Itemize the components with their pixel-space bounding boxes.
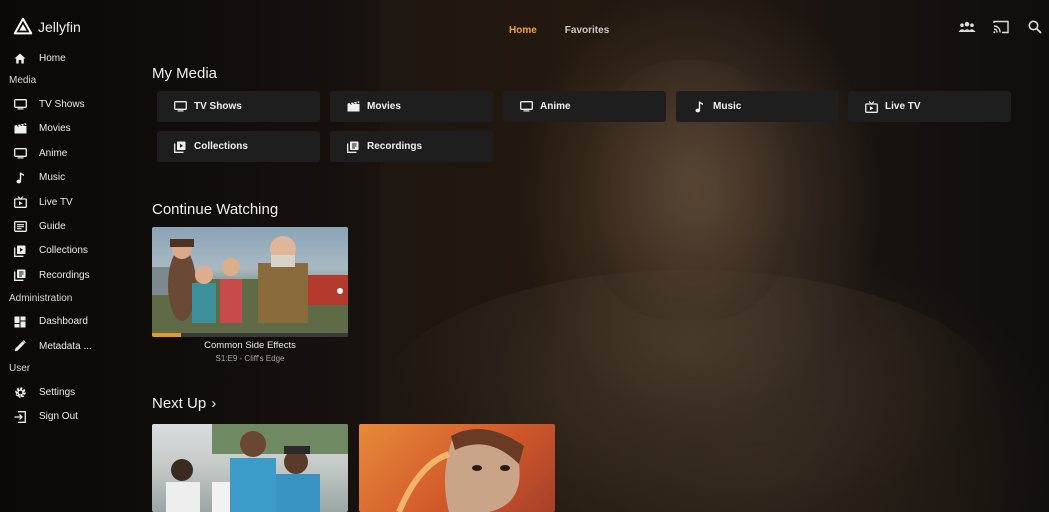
sidebar-item-label: Metadata ... <box>39 340 92 352</box>
next-up-card-2[interactable] <box>359 424 555 512</box>
cast-icon[interactable] <box>991 18 1011 36</box>
library-music-button[interactable]: Music <box>676 91 839 122</box>
library-label: Movies <box>367 101 401 112</box>
sidebar-item-anime[interactable]: Anime <box>0 141 140 165</box>
my-media-title: My Media <box>152 65 218 82</box>
sidebar-item-tv-shows[interactable]: TV Shows <box>0 92 140 116</box>
jellyfin-logo[interactable]: Jellyfin <box>12 16 81 38</box>
edit-icon <box>12 338 28 354</box>
sidebar-item-music[interactable]: Music <box>0 166 140 190</box>
continue-watching-title: Continue Watching <box>152 201 279 218</box>
sidebar-section-user: User <box>9 363 31 375</box>
sidebar-item-metadata[interactable]: Metadata ... <box>0 334 140 358</box>
next-up-card-1[interactable] <box>152 424 348 512</box>
sidebar-item-settings[interactable]: Settings <box>0 380 140 404</box>
gear-icon <box>12 384 28 400</box>
library-live-tv-button[interactable]: Live TV <box>848 91 1011 122</box>
movie-icon <box>12 121 28 137</box>
recordings-icon <box>346 140 360 154</box>
live-tv-icon <box>864 100 878 114</box>
watch-progress-fill <box>152 333 182 337</box>
sidebar-item-label: Settings <box>39 386 76 398</box>
jellyfin-logo-icon <box>13 17 33 35</box>
next-up-title: Next Up <box>152 395 207 412</box>
sidebar-item-label: Live TV <box>39 196 73 208</box>
library-label: Recordings <box>367 141 423 152</box>
library-movies-button[interactable]: Movies <box>330 91 493 122</box>
sidebar-item-label: TV Shows <box>39 99 85 111</box>
sidebar-item-movies[interactable]: Movies <box>0 117 140 141</box>
library-recordings-button[interactable]: Recordings <box>330 131 493 162</box>
watch-progress-bar <box>152 333 348 337</box>
home-icon <box>12 50 28 66</box>
sidebar-item-label: Music <box>39 172 66 184</box>
sidebar-item-label: Anime <box>39 147 68 159</box>
sidebar-item-label: Recordings <box>39 269 90 281</box>
header: Jellyfin Home Favorites <box>0 0 1049 56</box>
movie-icon <box>346 100 360 114</box>
next-up-link[interactable]: Next Up › <box>152 395 216 412</box>
sidebar-item-collections[interactable]: Collections <box>0 239 140 263</box>
app-name: Jellyfin <box>38 19 81 35</box>
live-tv-icon <box>12 194 28 210</box>
collections-icon <box>173 140 187 154</box>
sidebar-item-label: Home <box>39 52 66 64</box>
guide-icon <box>12 219 28 235</box>
tv-icon <box>12 145 28 161</box>
sidebar-item-dashboard[interactable]: Dashboard <box>0 310 140 334</box>
library-label: Collections <box>194 141 248 152</box>
sidebar-item-live-tv[interactable]: Live TV <box>0 190 140 214</box>
card-title[interactable]: Common Side Effects <box>152 340 348 351</box>
next-up-artwork-2 <box>396 428 524 512</box>
users-icon[interactable] <box>957 18 977 36</box>
sidebar: Home Media TV Shows Movies Anime Music L… <box>0 46 140 429</box>
tv-icon <box>12 97 28 113</box>
music-icon <box>12 170 28 186</box>
library-label: TV Shows <box>194 101 242 112</box>
sign-out-icon <box>12 409 28 425</box>
chevron-right-icon: › <box>211 395 217 412</box>
episode-artwork <box>152 236 348 337</box>
header-actions <box>957 18 1045 36</box>
sidebar-item-label: Movies <box>39 123 71 135</box>
library-label: Live TV <box>885 101 921 112</box>
music-icon <box>692 100 706 114</box>
library-label: Anime <box>540 101 571 112</box>
sidebar-item-label: Collections <box>39 245 88 257</box>
tv-icon <box>173 100 187 114</box>
sidebar-item-label: Dashboard <box>39 316 88 328</box>
sidebar-item-recordings[interactable]: Recordings <box>0 263 140 287</box>
sidebar-item-home[interactable]: Home <box>0 46 140 70</box>
library-tv-shows-button[interactable]: TV Shows <box>157 91 320 122</box>
tv-icon <box>519 100 533 114</box>
library-anime-button[interactable]: Anime <box>503 91 666 122</box>
sidebar-item-label: Sign Out <box>39 411 78 423</box>
sidebar-item-guide[interactable]: Guide <box>0 214 140 238</box>
library-label: Music <box>713 101 742 112</box>
next-up-artwork-1 <box>166 424 348 512</box>
continue-watching-card[interactable]: Common Side Effects S1:E9 - Cliff's Edge <box>152 227 348 367</box>
recordings-icon <box>12 267 28 283</box>
episode-thumbnail[interactable] <box>152 227 348 337</box>
tab-home[interactable]: Home <box>509 25 537 36</box>
dashboard-icon <box>12 314 28 330</box>
sidebar-item-label: Guide <box>39 221 66 233</box>
library-collections-button[interactable]: Collections <box>157 131 320 162</box>
tab-favorites[interactable]: Favorites <box>565 25 609 36</box>
sidebar-section-administration: Administration <box>9 292 73 304</box>
top-tabs: Home Favorites <box>509 25 609 36</box>
card-subtitle[interactable]: S1:E9 - Cliff's Edge <box>152 354 348 363</box>
search-icon[interactable] <box>1025 18 1045 36</box>
sidebar-item-sign-out[interactable]: Sign Out <box>0 405 140 429</box>
sidebar-section-media: Media <box>9 75 37 87</box>
collections-icon <box>12 243 28 259</box>
